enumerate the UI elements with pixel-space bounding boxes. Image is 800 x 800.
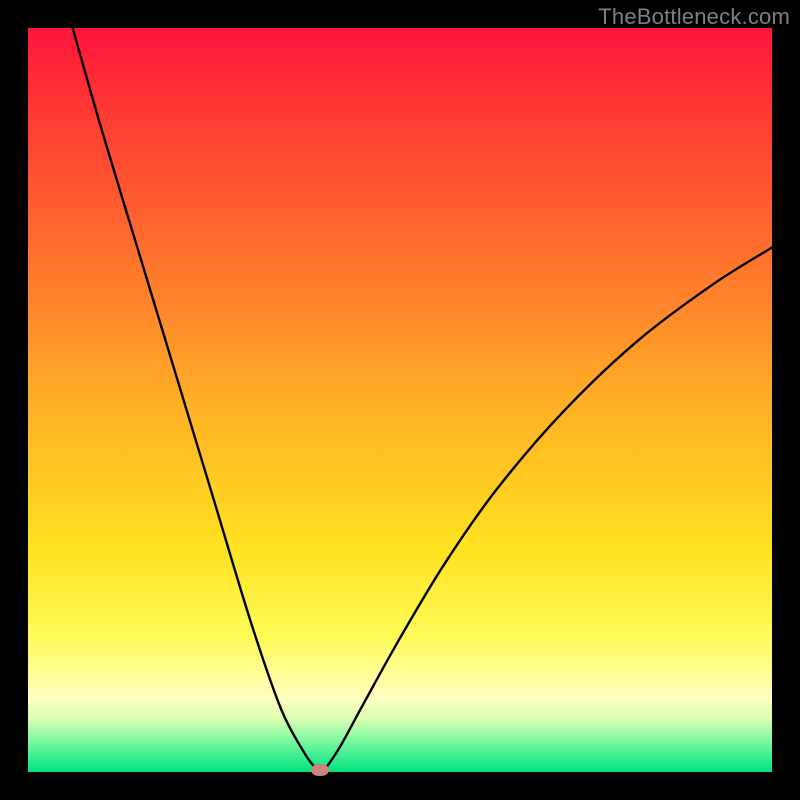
curve-svg <box>28 28 772 772</box>
chart-frame: TheBottleneck.com <box>0 0 800 800</box>
watermark-text: TheBottleneck.com <box>598 4 790 30</box>
plot-area <box>28 28 772 772</box>
bottleneck-curve <box>73 28 772 772</box>
optimum-marker <box>311 764 329 776</box>
